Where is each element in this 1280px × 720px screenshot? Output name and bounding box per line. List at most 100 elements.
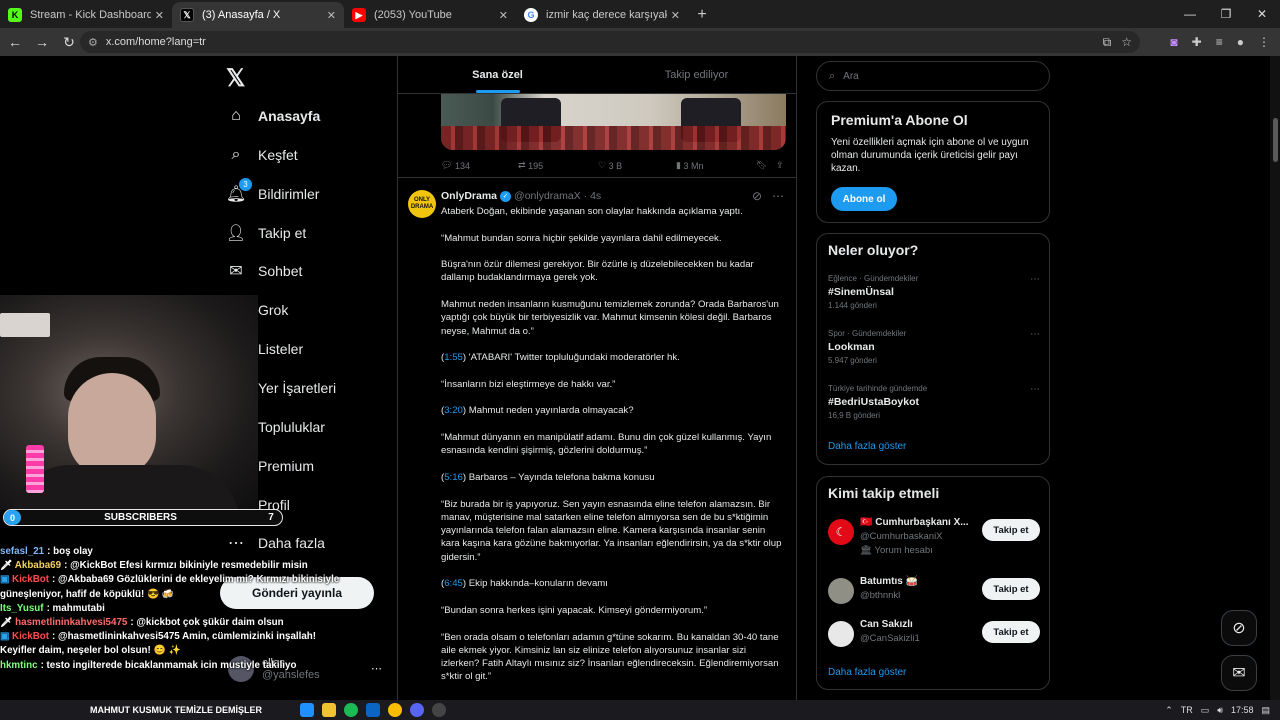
chat-message: 🗡︎ hasmetlininkahvesi5475: @kickbot çok … <box>0 616 340 630</box>
avatar[interactable]: ONLY DRAMA <box>408 190 436 218</box>
close-icon[interactable]: ✕ <box>671 9 680 22</box>
timestamp-link[interactable]: 5:16 <box>444 472 463 483</box>
new-tab-button[interactable]: + <box>688 2 716 28</box>
chat-text: : @kickbot çok şükür daim olsun <box>130 617 284 629</box>
repost-button[interactable]: ⇄ 195 <box>518 160 598 171</box>
more-icon[interactable]: ⋯ <box>1030 274 1040 285</box>
who-to-follow-card: Kimi takip etmeli ☾ 🇹🇷 Cumhurbaşkanı X..… <box>816 476 1050 690</box>
tray-chevron-icon[interactable]: ⌃ <box>1165 705 1173 716</box>
reload-icon[interactable]: ↻ <box>57 30 81 54</box>
chrome-menu-icon[interactable]: ⋮ <box>1258 35 1270 49</box>
tab-following[interactable]: Takip ediliyor <box>597 56 796 93</box>
trend-item[interactable]: Türkiye tarihinde gündemde #BedriUstaBoy… <box>828 384 1040 420</box>
media-rug <box>441 126 786 150</box>
more-icon[interactable]: ⋯ <box>1030 329 1040 340</box>
subscribe-button[interactable]: Abone ol <box>831 187 897 211</box>
tab-title: Stream - Kick Dashboard <box>30 9 151 21</box>
author-handle[interactable]: @onlydramaX <box>514 190 581 202</box>
author-name[interactable]: OnlyDrama <box>441 190 497 202</box>
scrollbar-thumb[interactable] <box>1273 118 1278 162</box>
close-icon[interactable]: ✕ <box>327 9 336 22</box>
bookmark-star-icon[interactable]: ☆ <box>1121 35 1132 49</box>
notification-badge: 3 <box>239 178 252 191</box>
obs-icon[interactable] <box>432 703 446 717</box>
follow-show-more-link[interactable]: Daha fazla göster <box>828 667 906 678</box>
views-button[interactable]: ▮ 3 Mn <box>676 160 756 171</box>
browser-tab-youtube[interactable]: ▶ (2053) YouTube ✕ <box>344 2 516 28</box>
discord-icon[interactable] <box>410 703 424 717</box>
sidebar-item-notifications[interactable]: 🔔︎ 3 Bildirimler <box>226 178 319 208</box>
home-icon: ⌂ <box>231 107 241 124</box>
taskbar-app-icon[interactable] <box>300 703 314 717</box>
post-time[interactable]: 4s <box>590 190 601 202</box>
clock[interactable]: 17:58 <box>1231 705 1254 715</box>
sidebar-item-home[interactable]: ⌂ Anasayfa <box>226 102 320 130</box>
grok-fab-icon[interactable]: ⊘ <box>1221 610 1257 646</box>
share-icon[interactable]: ⇪ <box>776 160 784 171</box>
more-icon[interactable]: ⋯ <box>772 189 784 203</box>
chat-message: sefasl_21: boş olay <box>0 545 340 559</box>
like-button[interactable]: ♡ 3 B <box>598 160 676 171</box>
file-explorer-icon[interactable] <box>322 703 336 717</box>
extension-icon[interactable]: ◙ <box>1170 35 1177 49</box>
follow-button[interactable]: Takip et <box>982 519 1040 541</box>
sidebar-item-messages[interactable]: ✉ Sohbet <box>226 257 302 285</box>
x-logo-icon[interactable]: 𝕏 <box>226 64 254 92</box>
messages-fab-icon[interactable]: ✉ <box>1221 655 1257 691</box>
suggested-account[interactable]: ☾ 🇹🇷 Cumhurbaşkanı X... @CumhurbaskaniX … <box>828 517 1040 556</box>
volume-icon[interactable]: 🔊︎ <box>1217 705 1223 716</box>
search-input[interactable]: ⌕ Ara <box>816 61 1050 91</box>
restore-icon[interactable]: ❐ <box>1208 0 1244 28</box>
close-icon[interactable]: ✕ <box>499 9 508 22</box>
suggested-account[interactable]: Can Sakızlı @CanSakizli1 Takip et <box>828 619 1040 647</box>
sidebar-item-follow[interactable]: 👤︎ Takip et <box>226 219 306 247</box>
trend-category: Spor · Gündemdekiler <box>828 329 907 338</box>
repost-count: 195 <box>528 160 544 171</box>
sidebar-item-explore[interactable]: ⌕ Keşfet <box>226 141 298 169</box>
more-icon[interactable]: ⋯ <box>371 662 382 675</box>
post[interactable]: ONLY DRAMA OnlyDrama ✓ @onlydramaX · 4s … <box>398 177 796 682</box>
browser-tab-kick[interactable]: K Stream - Kick Dashboard ✕ <box>0 2 172 28</box>
back-icon[interactable]: ← <box>3 30 27 54</box>
follow-button[interactable]: Takip et <box>982 621 1040 643</box>
more-icon[interactable]: ⋯ <box>1030 384 1040 395</box>
trend-item[interactable]: Spor · Gündemdekiler Lookman 5.947 gönde… <box>828 329 1040 365</box>
bookmark-icon[interactable]: 🔖︎ <box>756 160 776 171</box>
google-icon: G <box>524 8 538 22</box>
page-scrollbar[interactable] <box>1270 56 1280 700</box>
timeline: Sana özel Takip ediliyor 💬︎ 134 ⇄ 195 ♡ … <box>397 56 797 700</box>
chat-text: : boş olay <box>47 546 93 557</box>
site-info-icon[interactable]: ⚙ <box>88 36 98 49</box>
chrome-icon[interactable] <box>388 703 402 717</box>
suggested-account[interactable]: Batumtıs 🥁 @bthnnkl Takip et <box>828 576 1040 604</box>
spotify-icon[interactable] <box>344 703 358 717</box>
paragraph-text: Ekip hakkında–konuların devamı <box>466 578 608 590</box>
timestamp-link[interactable]: 3:20 <box>444 405 463 416</box>
taskbar-app-icon[interactable] <box>366 703 380 717</box>
tab-for-you[interactable]: Sana özel <box>398 56 597 93</box>
timestamp-link[interactable]: 6:45 <box>444 578 463 589</box>
follow-button[interactable]: Takip et <box>982 578 1040 600</box>
browser-tab-x[interactable]: 𝕏 (3) Anasayfa / X ✕ <box>172 2 344 28</box>
trend-item[interactable]: Eğlence · Gündemdekiler #SinemÜnsal 1.14… <box>828 274 1040 310</box>
trends-show-more-link[interactable]: Daha fazla göster <box>828 441 906 452</box>
minimize-icon[interactable]: — <box>1172 0 1208 28</box>
mail-icon: ✉ <box>229 263 243 280</box>
media-controls-icon[interactable]: ≡ <box>1216 35 1223 49</box>
notifications-icon[interactable]: ▤ <box>1261 705 1270 716</box>
profile-icon[interactable]: ● <box>1237 35 1244 49</box>
timestamp-link[interactable]: 1:55 <box>444 352 463 363</box>
browser-tab-google[interactable]: G izmir kaç derece karşıyaka - Go ✕ <box>516 2 688 28</box>
forward-icon[interactable]: → <box>30 30 54 54</box>
post-media-image[interactable] <box>441 94 786 150</box>
close-icon[interactable]: ✕ <box>155 9 164 22</box>
network-icon[interactable]: ▭ <box>1201 705 1210 716</box>
reply-button[interactable]: 💬︎ 134 <box>441 160 518 171</box>
language-indicator[interactable]: TR <box>1181 705 1193 715</box>
chat-user: KickBot <box>12 574 50 586</box>
install-app-icon[interactable]: ⧉ <box>1103 35 1112 50</box>
close-window-icon[interactable]: ✕ <box>1244 0 1280 28</box>
address-bar[interactable]: ⚙ x.com/home?lang=tr ⧉ ☆ <box>80 31 1140 53</box>
extensions-puzzle-icon[interactable]: ✚ <box>1192 35 1202 49</box>
grok-icon[interactable]: ⊘ <box>752 189 762 203</box>
